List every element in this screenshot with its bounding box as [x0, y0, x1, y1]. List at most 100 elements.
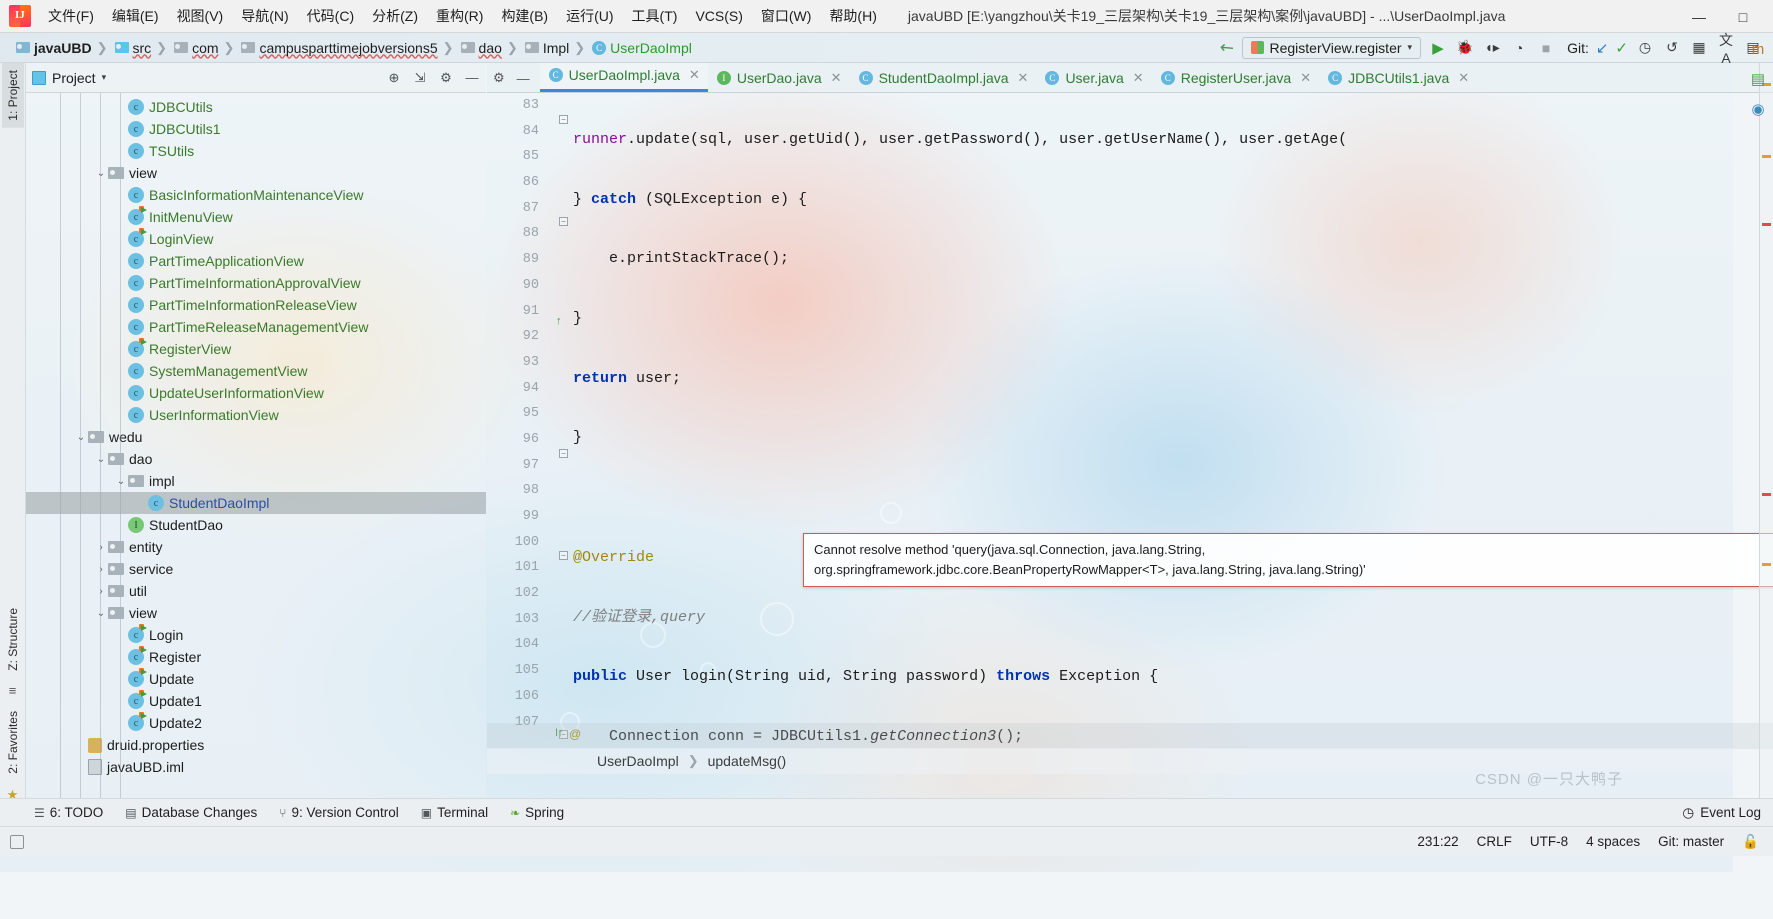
- tree-item-druid-properties[interactable]: druid.properties: [26, 734, 486, 756]
- maven-icon[interactable]: m: [1752, 41, 1765, 58]
- tree-item-dao[interactable]: ⌄ dao: [26, 448, 486, 470]
- tree-item-loginview[interactable]: c LoginView: [26, 228, 486, 250]
- menu-item-vcs[interactable]: VCS(S): [686, 4, 751, 28]
- chevron-down-icon[interactable]: ▾: [102, 72, 107, 83]
- menu-item-help[interactable]: 帮助(H): [820, 2, 885, 30]
- menu-item-file[interactable]: 文件(F): [39, 2, 103, 30]
- scroll-from-source-icon[interactable]: ⊕: [386, 70, 402, 86]
- run-button[interactable]: ▶: [1428, 39, 1448, 57]
- tree-item-initmenuview[interactable]: c InitMenuView: [26, 206, 486, 228]
- sidebar-tab-favorites[interactable]: 2: Favorites: [2, 704, 24, 781]
- tree-item-view[interactable]: ⌄ view: [26, 602, 486, 624]
- close-icon[interactable]: ✕: [1018, 70, 1029, 86]
- tree-item-updateuserinformationview[interactable]: c UpdateUserInformationView: [26, 382, 486, 404]
- chevron-right-icon[interactable]: ›: [94, 586, 108, 597]
- tree-item-basicinformationmaintenanceview[interactable]: c BasicInformationMaintenanceView: [26, 184, 486, 206]
- tree-item-jdbcutils1[interactable]: c JDBCUtils1: [26, 118, 486, 140]
- maximize-button[interactable]: □: [1721, 0, 1765, 33]
- search-everywhere-icon[interactable]: ▦: [1689, 39, 1709, 56]
- indent-setting[interactable]: 4 spaces: [1586, 834, 1640, 849]
- editor-tab-userdao[interactable]: I UserDao.java ✕: [708, 66, 850, 92]
- tree-item-parttimereleasemanagementview[interactable]: c PartTimeReleaseManagementView: [26, 316, 486, 338]
- translate-icon[interactable]: 文A: [1716, 30, 1736, 66]
- minimize-button[interactable]: —: [1677, 0, 1721, 33]
- chevron-down-icon[interactable]: ⌄: [114, 476, 128, 487]
- breadcrumb-item-com[interactable]: com: [170, 40, 220, 56]
- close-icon[interactable]: ✕: [831, 70, 842, 86]
- tree-item-login[interactable]: c Login: [26, 624, 486, 646]
- breadcrumb-item-src[interactable]: src: [111, 40, 154, 56]
- menu-item-refactor[interactable]: 重构(R): [427, 2, 492, 30]
- profiler-button[interactable]: ◔: [1509, 40, 1529, 56]
- menu-item-tools[interactable]: 工具(T): [623, 2, 687, 30]
- chevron-down-icon[interactable]: ⌄: [94, 608, 108, 619]
- project-tree[interactable]: c JDBCUtils c JDBCUtils1 c TSUtils ⌄ view c Basic…: [26, 93, 486, 805]
- sidebar-tab-project[interactable]: 1: Project: [1, 63, 24, 128]
- menu-item-run[interactable]: 运行(U): [557, 2, 622, 30]
- tree-item-jdbcutils[interactable]: c JDBCUtils: [26, 96, 486, 118]
- lock-icon[interactable]: 🔓: [1742, 834, 1759, 850]
- chevron-down-icon[interactable]: ⌄: [94, 168, 108, 179]
- tree-item-javaubd-iml[interactable]: javaUBD.iml: [26, 756, 486, 778]
- tree-item-parttimeinformationapprovalview[interactable]: c PartTimeInformationApprovalView: [26, 272, 486, 294]
- tree-item-tsutils[interactable]: c TSUtils: [26, 140, 486, 162]
- tool-window-todo[interactable]: ☰ 6: TODO: [34, 805, 103, 820]
- chevron-down-icon[interactable]: ⌄: [94, 454, 108, 465]
- close-icon[interactable]: ✕: [689, 67, 700, 83]
- memory-indicator-icon[interactable]: [10, 834, 24, 849]
- tree-item-wedu[interactable]: ⌄ wedu: [26, 426, 486, 448]
- debug-button[interactable]: 🐞: [1455, 39, 1475, 56]
- chevron-down-icon[interactable]: ⌄: [74, 432, 88, 443]
- hide-editor-icon[interactable]: —: [517, 71, 530, 86]
- git-branch-indicator[interactable]: Git: master: [1658, 834, 1724, 849]
- menu-item-build[interactable]: 构建(B): [492, 2, 557, 30]
- tool-window-database-changes[interactable]: ▤ Database Changes: [125, 805, 257, 820]
- tree-item-service[interactable]: › service: [26, 558, 486, 580]
- tree-item-util[interactable]: › util: [26, 580, 486, 602]
- menu-item-edit[interactable]: 编辑(E): [103, 2, 168, 30]
- editor-tab-userdaoimpl[interactable]: C UserDaoImpl.java ✕: [539, 63, 708, 92]
- tree-item-entity[interactable]: › entity: [26, 536, 486, 558]
- menu-item-window[interactable]: 窗口(W): [752, 2, 821, 30]
- rollback-icon[interactable]: ↺: [1662, 39, 1682, 56]
- breadcrumb-item-dao[interactable]: dao: [457, 40, 504, 56]
- collapse-all-icon[interactable]: ⇲: [412, 70, 428, 86]
- tree-item-systemmanagementview[interactable]: c SystemManagementView: [26, 360, 486, 382]
- line-separator[interactable]: CRLF: [1477, 834, 1512, 849]
- menu-item-code[interactable]: 代码(C): [298, 2, 363, 30]
- chevron-right-icon[interactable]: ›: [94, 564, 108, 575]
- tree-item-update1[interactable]: c Update1: [26, 690, 486, 712]
- breadcrumb-item-package[interactable]: campusparttimejobversions5: [237, 40, 439, 56]
- git-update-icon[interactable]: ↙: [1596, 39, 1609, 57]
- editor-tab-studentdaoimpl[interactable]: C StudentDaoImpl.java ✕: [850, 66, 1037, 92]
- editor-tab-user[interactable]: C User.java ✕: [1036, 66, 1151, 92]
- menu-item-analyze[interactable]: 分析(Z): [363, 2, 427, 30]
- arrow-up-icon[interactable]: ↖: [1215, 35, 1239, 59]
- run-configuration-selector[interactable]: RegisterView.register ▾: [1241, 36, 1422, 59]
- breadcrumb-item-javaubd[interactable]: javaUBD: [12, 40, 94, 56]
- window-controls[interactable]: — □: [1677, 0, 1765, 33]
- hide-panel-icon[interactable]: —: [464, 70, 480, 86]
- bean-icon[interactable]: ◉: [1751, 100, 1764, 118]
- settings-gear-icon[interactable]: ⚙: [438, 70, 454, 86]
- editor-tab-jdbcutils1[interactable]: C JDBCUtils1.java ✕: [1319, 66, 1477, 92]
- tool-window-version-control[interactable]: ⑂ 9: Version Control: [279, 805, 399, 820]
- tree-item-update[interactable]: c Update: [26, 668, 486, 690]
- settings-gear-icon[interactable]: ⚙: [493, 70, 505, 86]
- run-with-coverage-button[interactable]: ◖▸: [1482, 39, 1502, 56]
- tree-item-studentdaoimpl[interactable]: c StudentDaoImpl: [26, 492, 486, 514]
- source-code[interactable]: runner.update(sql, user.getUid(), user.g…: [573, 93, 1773, 778]
- close-icon[interactable]: ✕: [1458, 70, 1469, 86]
- event-log-area[interactable]: ◷ Event Log: [1682, 805, 1773, 821]
- tree-item-studentdao[interactable]: I StudentDao: [26, 514, 486, 536]
- tree-item-userinformationview[interactable]: c UserInformationView: [26, 404, 486, 426]
- tree-item-view[interactable]: ⌄ view: [26, 162, 486, 184]
- stop-button[interactable]: ■: [1536, 40, 1556, 56]
- override-gutter-icon[interactable]: ↑: [556, 315, 562, 327]
- code-editor[interactable]: 83 84 85 86 87 88 89 90 91 92 93 94 95 96 97 98 99 100 101…: [487, 93, 1773, 778]
- tree-item-parttimeapplicationview[interactable]: c PartTimeApplicationView: [26, 250, 486, 272]
- editor-tab-registeruser[interactable]: C RegisterUser.java ✕: [1152, 66, 1319, 92]
- close-icon[interactable]: ✕: [1133, 70, 1144, 86]
- chevron-right-icon[interactable]: ›: [94, 542, 108, 553]
- tree-item-update2[interactable]: c Update2: [26, 712, 486, 734]
